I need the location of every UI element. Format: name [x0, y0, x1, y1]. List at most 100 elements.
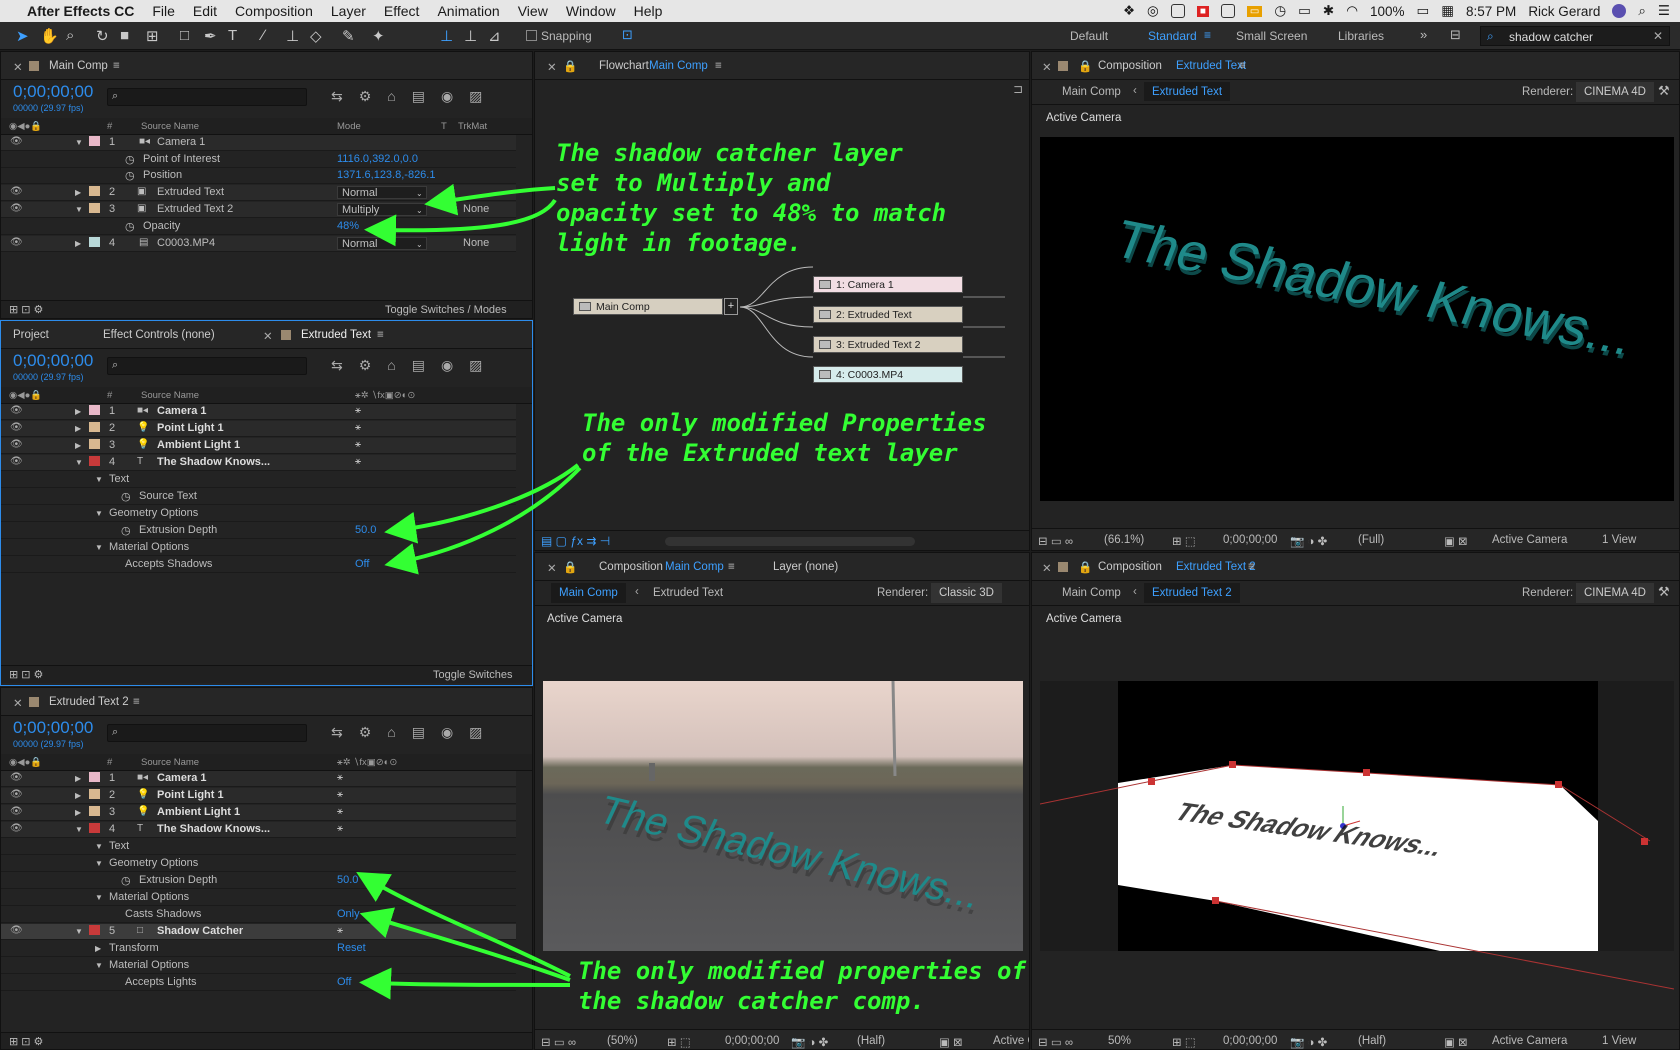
clone-stamp-tool-icon[interactable]: ⊥: [286, 27, 299, 45]
renderer-button[interactable]: CINEMA 4D: [1576, 583, 1654, 603]
visibility-icon[interactable]: 👁: [10, 422, 23, 433]
help-search-input[interactable]: shadow catcher: [1509, 30, 1593, 44]
local-axis-icon[interactable]: ⊥: [440, 27, 453, 45]
property-value[interactable]: 1371.6,123.8,-826.1: [337, 169, 435, 181]
spotlight-icon[interactable]: ⌕: [1638, 3, 1646, 19]
tab-extruded-text[interactable]: Extruded Text: [301, 329, 371, 341]
snap-options-icon[interactable]: ⊡: [622, 27, 633, 43]
menu-layer[interactable]: Layer: [322, 3, 375, 19]
property-row[interactable]: Casts Shadows Only: [1, 907, 516, 923]
layer-name[interactable]: The Shadow Knows...: [157, 823, 270, 835]
snapping-checkbox[interactable]: [526, 30, 537, 41]
visibility-icon[interactable]: 👁: [10, 789, 23, 800]
renderer-button[interactable]: Classic 3D: [931, 583, 1002, 603]
composition-canvas[interactable]: The Shadow Knows... The Shadow Knows...: [1040, 137, 1674, 501]
visibility-icon[interactable]: 👁: [10, 203, 23, 214]
app-icon[interactable]: [1170, 4, 1185, 18]
col-source-name[interactable]: Source Name: [141, 390, 199, 401]
layer-name[interactable]: Extruded Text 2: [157, 203, 233, 215]
twirl-icon[interactable]: ▼: [95, 842, 103, 851]
user-name[interactable]: Rick Gerard: [1528, 4, 1600, 19]
label-color[interactable]: [89, 823, 100, 833]
flowchart-options-icons[interactable]: ▤ ▢ ƒx ⇉ ⊣: [541, 534, 610, 548]
layer-row[interactable]: 👁 ▶ 2 💡 Point Light 1 ⚹: [1, 421, 516, 437]
region-icons[interactable]: ▣ ⊠: [1444, 1035, 1468, 1049]
zoom-select[interactable]: (66.1%): [1104, 534, 1144, 546]
close-tab-icon[interactable]: ✕: [13, 60, 23, 74]
wrench-icon[interactable]: ⚒: [1658, 83, 1670, 99]
layer-row-camera[interactable]: 👁 ▼ 1 ■◂ Camera 1: [1, 135, 516, 151]
layer-switches[interactable]: ⚹: [337, 789, 343, 800]
property-group-row[interactable]: ▼ Geometry Options: [1, 506, 516, 522]
snapshot-icons[interactable]: 📷 ◑ ✤: [1290, 534, 1327, 548]
layer-switches[interactable]: ⚹: [337, 806, 343, 817]
col-source-name[interactable]: Source Name: [141, 121, 199, 132]
zoom-select[interactable]: (50%): [607, 1035, 638, 1047]
viewer-comp-name[interactable]: Main Comp: [665, 561, 724, 573]
twirl-icon[interactable]: ▶: [75, 441, 81, 450]
tab-extruded-text-2[interactable]: Extruded Text 2: [49, 696, 129, 708]
twirl-icon[interactable]: ▶: [75, 188, 81, 197]
layer-row[interactable]: 👁 ▼ 4 T The Shadow Knows... ⚹: [1, 822, 516, 838]
layer-name[interactable]: Camera 1: [157, 772, 207, 784]
flow-node-camera[interactable]: 1: Camera 1: [813, 276, 963, 293]
tab-main-comp[interactable]: Main Comp: [49, 60, 108, 72]
puppet-pin-tool-icon[interactable]: ✦: [372, 27, 385, 45]
rectangle-tool-icon[interactable]: □: [180, 27, 189, 44]
layer-name[interactable]: The Shadow Knows...: [157, 456, 270, 468]
dropbox-icon[interactable]: ❖: [1123, 3, 1135, 19]
twirl-icon[interactable]: ▶: [75, 808, 81, 817]
visibility-icon[interactable]: 👁: [10, 456, 23, 467]
viewer-options-icons[interactable]: ⊟ ▭ ∞: [1038, 534, 1073, 548]
lock-icon[interactable]: 🔒: [1078, 59, 1092, 73]
layer-switches[interactable]: ⚹: [355, 456, 361, 467]
label-color[interactable]: [89, 136, 100, 146]
stopwatch-icon[interactable]: ◷: [121, 490, 131, 503]
layer-name[interactable]: Camera 1: [157, 136, 205, 148]
workspace-libraries[interactable]: Libraries: [1338, 29, 1384, 43]
airplay-icon[interactable]: ▭: [1298, 3, 1311, 19]
workspace-standard[interactable]: Standard: [1148, 29, 1197, 43]
visibility-icon[interactable]: 👁: [10, 136, 23, 147]
property-value[interactable]: 1116.0,392.0,0.0: [337, 153, 418, 165]
visibility-icon[interactable]: 👁: [10, 439, 23, 450]
breadcrumb-main-comp[interactable]: Main Comp: [551, 583, 626, 603]
layer-row[interactable]: 👁 ▶ 3 💡 Ambient Light 1 ⚹: [1, 438, 516, 454]
current-time[interactable]: 0;00;00;00: [13, 718, 93, 738]
twirl-icon[interactable]: ▼: [95, 543, 103, 552]
more-workspaces-icon[interactable]: »: [1420, 27, 1427, 42]
col-source-name[interactable]: Source Name: [141, 757, 199, 768]
visibility-icon[interactable]: 👁: [10, 925, 23, 936]
layer-name[interactable]: Point Light 1: [157, 422, 224, 434]
viewer-comp-name[interactable]: Extruded Text 2: [1176, 561, 1256, 573]
property-row[interactable]: ◷ Point of Interest 1116.0,392.0,0.0: [1, 152, 516, 168]
layer-row[interactable]: 👁 ▶ 1 ■◂ Camera 1 ⚹: [1, 771, 516, 787]
label-color[interactable]: [89, 237, 100, 247]
resolution-select[interactable]: (Full): [1358, 534, 1384, 546]
layer-row[interactable]: 👁 ▶ 1 ■◂ Camera 1 ⚹: [1, 404, 516, 420]
tab-layer-viewer[interactable]: Layer (none): [773, 561, 838, 573]
layer-name[interactable]: Ambient Light 1: [157, 439, 240, 451]
sync-settings-icon[interactable]: ⊟: [1450, 27, 1461, 43]
flowchart-zoom-slider[interactable]: [665, 537, 915, 546]
bluetooth-icon[interactable]: ✱: [1323, 3, 1334, 19]
twirl-icon[interactable]: ▼: [75, 205, 83, 214]
workspace-default[interactable]: Default: [1070, 29, 1108, 43]
battery-icon[interactable]: ▭: [1417, 3, 1430, 19]
property-row[interactable]: ◷ Opacity 48%: [1, 219, 516, 235]
blend-mode-select[interactable]: Multiply ⌄: [337, 203, 427, 216]
resolution-select[interactable]: (Half): [1358, 1035, 1386, 1047]
property-group-row[interactable]: ▼ Material Options: [1, 890, 516, 906]
layer-search-input[interactable]: ⌕: [107, 357, 307, 375]
visibility-icon[interactable]: 👁: [10, 237, 23, 248]
close-tab-icon[interactable]: ✕: [13, 696, 23, 710]
visibility-icon[interactable]: 👁: [10, 823, 23, 834]
twirl-icon[interactable]: ▼: [95, 509, 103, 518]
brush-tool-icon[interactable]: ∕: [262, 27, 265, 44]
footer-icons[interactable]: ⊞ ⊡ ⚙: [9, 1035, 43, 1048]
property-value[interactable]: 50.0: [355, 524, 376, 536]
view-layout-select[interactable]: 1 View: [1602, 1035, 1636, 1047]
flow-node-extruded-text[interactable]: 2: Extruded Text: [813, 306, 963, 323]
roto-brush-tool-icon[interactable]: ✎: [342, 27, 355, 45]
twirl-icon[interactable]: ▶: [75, 407, 81, 416]
